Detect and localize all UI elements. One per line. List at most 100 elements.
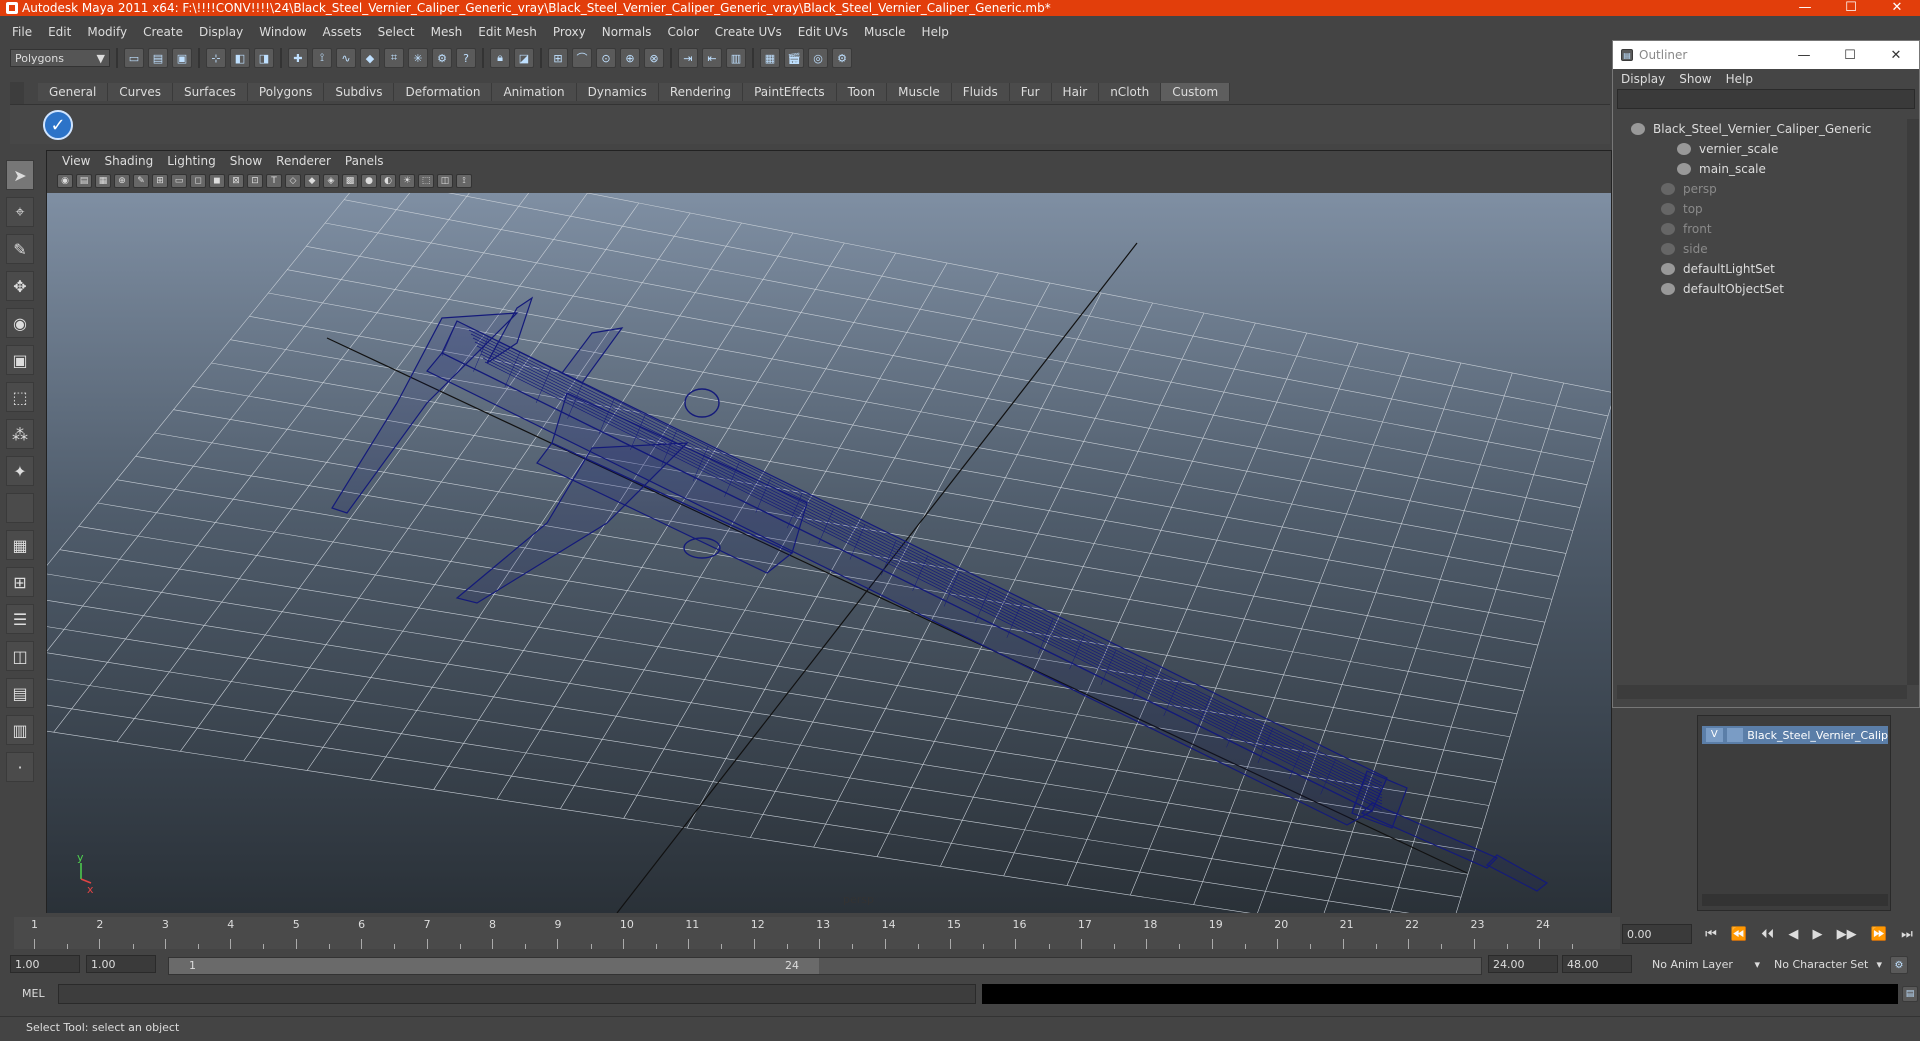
wireframe-shading-icon[interactable]: ◇ [285, 174, 301, 188]
panel-menu-shading[interactable]: Shading [97, 154, 160, 168]
persp-outliner-layout-icon[interactable]: ☰ [6, 604, 34, 634]
outliner-menu-show[interactable]: Show [1679, 72, 1711, 86]
manipulator-icon[interactable]: ⬚ [6, 382, 34, 412]
play-backwards-icon[interactable]: ◀ [1788, 927, 1798, 942]
panel-menu-view[interactable]: View [55, 154, 97, 168]
safe-action-icon[interactable]: ⊡ [247, 174, 263, 188]
safe-title-icon[interactable]: T [266, 174, 282, 188]
select-object-icon[interactable]: ◧ [230, 48, 250, 68]
highlight-selection-icon[interactable]: ◪ [514, 48, 534, 68]
mask-deformations-icon[interactable]: ⌗ [384, 48, 404, 68]
layer-visibility-toggle[interactable]: V [1706, 728, 1723, 742]
isolate-select-icon[interactable]: ⬚ [418, 174, 434, 188]
mask-curves-icon[interactable]: ∿ [336, 48, 356, 68]
outliner-item[interactable]: side [1619, 239, 1907, 259]
menu-help[interactable]: Help [914, 25, 957, 39]
perspective-viewport[interactable]: View Shading Lighting Show Renderer Pane… [46, 150, 1612, 913]
script-language-label[interactable]: MEL [22, 987, 45, 1000]
tab-curves[interactable]: Curves [108, 83, 173, 101]
tab-deformation[interactable]: Deformation [394, 83, 493, 101]
single-view-layout-icon[interactable]: ▦ [6, 530, 34, 560]
render-frame-icon[interactable]: 🎬︎ [784, 48, 804, 68]
gate-mask-icon[interactable]: ◼ [209, 174, 225, 188]
rotate-tool-icon[interactable]: ◉ [6, 308, 34, 338]
tab-fluids[interactable]: Fluids [951, 83, 1010, 101]
minimize-button[interactable]: — [1782, 0, 1828, 16]
outliner-item[interactable]: front [1619, 219, 1907, 239]
range-slider-handle[interactable]: 1 24 [169, 958, 819, 974]
close-button[interactable]: ✕ [1874, 0, 1920, 16]
play-forwards-icon[interactable]: ▶ [1813, 927, 1823, 942]
save-scene-icon[interactable]: ▣ [172, 48, 192, 68]
menu-edit-mesh[interactable]: Edit Mesh [470, 25, 545, 39]
outliner-item[interactable]: defaultLightSet [1619, 259, 1907, 279]
panel-menu-panels[interactable]: Panels [338, 154, 391, 168]
panel-menu-lighting[interactable]: Lighting [160, 154, 223, 168]
command-input[interactable] [58, 984, 976, 1004]
playback-start-field[interactable]: 1.00 [86, 955, 156, 973]
go-to-end-icon[interactable]: ⏭ [1901, 927, 1913, 942]
textured-icon[interactable]: ▩ [342, 174, 358, 188]
select-component-icon[interactable]: ◨ [254, 48, 274, 68]
grease-pencil-icon[interactable]: ✎ [133, 174, 149, 188]
character-set-dropdown[interactable]: No Character Set ▾ [1770, 955, 1886, 973]
make-live-icon[interactable]: ⊗ [644, 48, 664, 68]
shadows-icon[interactable]: ◐ [380, 174, 396, 188]
camera-attributes-icon[interactable]: ◉ [57, 174, 73, 188]
image-plane-icon[interactable]: ▦ [95, 174, 111, 188]
layout-options-icon[interactable]: · [6, 752, 34, 782]
outliner-item[interactable]: defaultObjectSet [1619, 279, 1907, 299]
blank-tool-icon[interactable] [6, 493, 34, 523]
bookmark-icon[interactable]: ▤ [76, 174, 92, 188]
outliner-menu-help[interactable]: Help [1726, 72, 1753, 86]
tab-subdivs[interactable]: Subdivs [324, 83, 395, 101]
resolution-gate-icon[interactable]: ◻ [190, 174, 206, 188]
menu-set-select[interactable]: Polygons ▼ [10, 49, 110, 67]
xray-joints-icon[interactable]: ⟟ [456, 174, 472, 188]
xray-icon[interactable]: ◫ [437, 174, 453, 188]
select-hierarchy-icon[interactable]: ⊹ [206, 48, 226, 68]
tab-fur[interactable]: Fur [1009, 83, 1052, 101]
new-scene-icon[interactable]: ▭ [124, 48, 144, 68]
field-chart-icon[interactable]: ⊠ [228, 174, 244, 188]
panel-menu-renderer[interactable]: Renderer [269, 154, 338, 168]
menu-edit-uvs[interactable]: Edit UVs [790, 25, 856, 39]
menu-assets[interactable]: Assets [315, 25, 370, 39]
mask-joints-icon[interactable]: ⟟ [312, 48, 332, 68]
open-scene-icon[interactable]: ▤ [148, 48, 168, 68]
mask-rendering-icon[interactable]: ⚙ [432, 48, 452, 68]
outliner-vertical-scrollbar[interactable] [1907, 119, 1919, 685]
anim-layer-dropdown[interactable]: No Anim Layer ▾ [1648, 955, 1764, 973]
time-slider[interactable]: 1 2 3 4 5 6 7 8 9 10 11 12 13 14 15 16 17 18 19 20 21 22 23 24 [14, 917, 1620, 949]
scale-tool-icon[interactable]: ▣ [6, 345, 34, 375]
tab-muscle[interactable]: Muscle [887, 83, 952, 101]
layer-scrollbar[interactable] [1702, 894, 1888, 906]
construction-history-icon[interactable]: ▥ [726, 48, 746, 68]
outliner-close-button[interactable]: ✕ [1873, 48, 1919, 63]
input-ops-icon[interactable]: ⇥ [678, 48, 698, 68]
outliner-maximize-button[interactable]: ☐ [1827, 48, 1873, 63]
output-ops-icon[interactable]: ⇤ [702, 48, 722, 68]
tab-ncloth[interactable]: nCloth [1099, 83, 1162, 101]
menu-create[interactable]: Create [135, 25, 191, 39]
tab-surfaces[interactable]: Surfaces [172, 83, 248, 101]
outliner-item[interactable]: top [1619, 199, 1907, 219]
snap-point-icon[interactable]: ⊙ [596, 48, 616, 68]
select-tool-icon[interactable]: ➤ [6, 160, 34, 190]
display-layer-row[interactable]: V Black_Steel_Vernier_Calip [1702, 726, 1888, 744]
menu-proxy[interactable]: Proxy [545, 25, 594, 39]
panel-menu-show[interactable]: Show [223, 154, 269, 168]
maximize-button[interactable]: ☐ [1828, 0, 1874, 16]
menu-edit[interactable]: Edit [40, 25, 79, 39]
use-all-lights-icon[interactable]: ● [361, 174, 377, 188]
four-view-layout-icon[interactable]: ⊞ [6, 567, 34, 597]
menu-create-uvs[interactable]: Create UVs [707, 25, 790, 39]
step-forward-frame-icon[interactable]: ▶▶ [1837, 927, 1857, 942]
outliner-menu-display[interactable]: Display [1621, 72, 1665, 86]
step-forward-key-icon[interactable]: ⏩ [1871, 927, 1887, 942]
move-tool-icon[interactable]: ✥ [6, 271, 34, 301]
menu-modify[interactable]: Modify [79, 25, 135, 39]
snap-grid-icon[interactable]: ⊞ [548, 48, 568, 68]
paint-select-icon[interactable]: ✎ [6, 234, 34, 264]
render-view-icon[interactable]: ▦ [760, 48, 780, 68]
